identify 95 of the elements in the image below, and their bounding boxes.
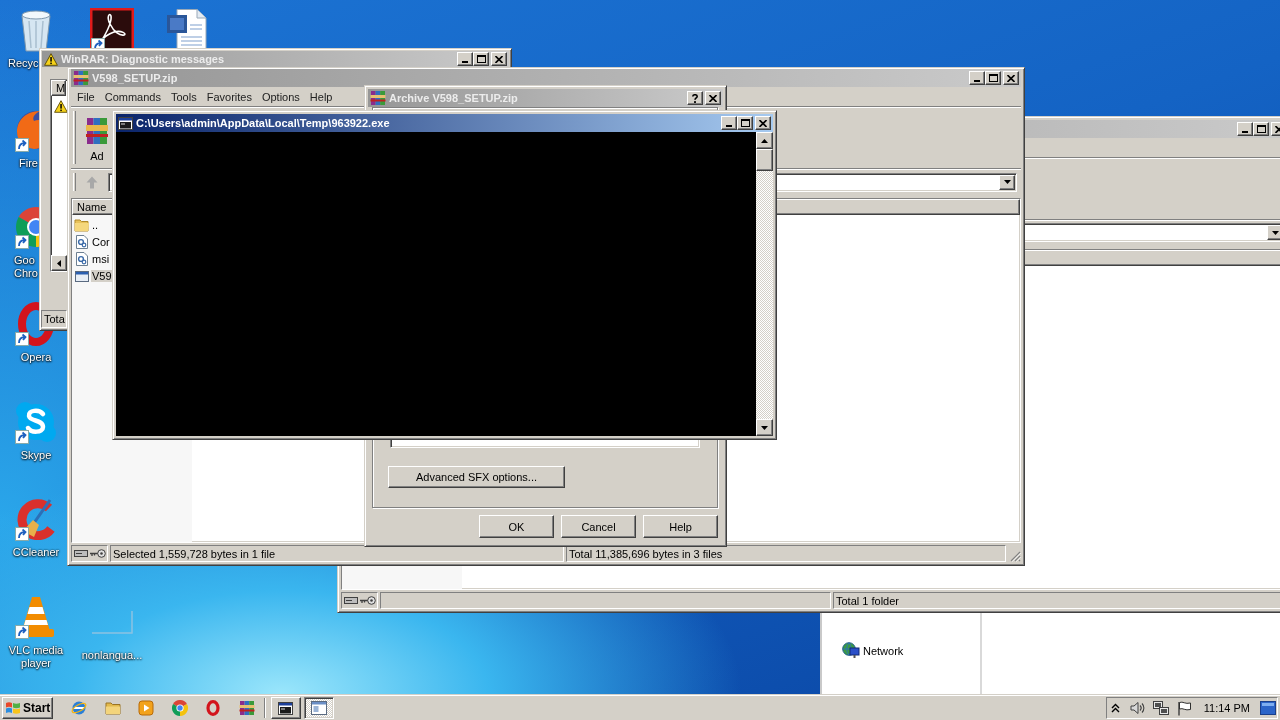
chevron-up-icon[interactable] bbox=[1110, 703, 1120, 713]
nav-item[interactable]: Network bbox=[863, 644, 904, 657]
minimize-button[interactable] bbox=[1237, 122, 1253, 136]
close-icon bbox=[1275, 125, 1280, 133]
menu-item[interactable]: Commands bbox=[99, 90, 166, 103]
close-icon bbox=[1007, 74, 1015, 82]
menu-item[interactable]: File bbox=[72, 90, 100, 103]
down-arrow-icon bbox=[761, 425, 768, 430]
scroll-up-button[interactable] bbox=[756, 132, 773, 149]
advanced-options-button[interactable]: Advanced SFX options... bbox=[388, 466, 565, 488]
window-title: V598_SETUP.zip bbox=[92, 72, 178, 84]
scrollbar-track[interactable] bbox=[756, 132, 773, 436]
toolbar-button[interactable]: Ad bbox=[82, 110, 112, 165]
warning-icon bbox=[44, 52, 58, 66]
dropdown-button[interactable] bbox=[1267, 225, 1280, 240]
close-icon bbox=[709, 94, 717, 102]
network-status-icon[interactable] bbox=[1152, 700, 1169, 716]
folder-icon[interactable] bbox=[104, 700, 121, 716]
desktop-icon-label[interactable]: Fire bbox=[19, 157, 38, 170]
key-icon bbox=[360, 596, 376, 605]
help-icon bbox=[692, 93, 698, 103]
books-icon[interactable] bbox=[238, 700, 255, 716]
drive-icon bbox=[74, 550, 88, 557]
menu-item[interactable]: Help bbox=[304, 90, 338, 103]
maximize-button[interactable] bbox=[737, 116, 753, 130]
close-icon bbox=[495, 55, 503, 63]
window-title: C:\Users\admin\AppData\Local\Temp\963922.exe bbox=[136, 117, 390, 129]
recycle-bin-icon[interactable] bbox=[20, 8, 52, 52]
books-icon bbox=[73, 70, 89, 86]
browser-icon[interactable] bbox=[171, 700, 188, 716]
dialog-button[interactable]: Help bbox=[643, 515, 718, 538]
drive-icon bbox=[344, 597, 358, 604]
caret-icon bbox=[1271, 230, 1279, 235]
window-title: Archive V598_SETUP.zip bbox=[389, 92, 518, 104]
minimize-button[interactable] bbox=[457, 52, 473, 66]
books-icon bbox=[86, 116, 108, 146]
scroll-left-button[interactable] bbox=[51, 255, 67, 271]
close-button[interactable] bbox=[755, 116, 771, 130]
windows-flag-icon bbox=[5, 701, 21, 715]
desktop-icon-label[interactable]: Goo Chro bbox=[14, 254, 38, 280]
broom-logo-icon[interactable] bbox=[15, 498, 57, 540]
file-name[interactable]: msi bbox=[91, 252, 111, 265]
minimize-button[interactable] bbox=[721, 116, 737, 130]
browser-icon[interactable] bbox=[71, 700, 87, 716]
menu-item[interactable]: Favorites bbox=[201, 90, 257, 103]
close-button[interactable] bbox=[705, 91, 721, 105]
maximize-icon bbox=[988, 74, 998, 82]
maximize-icon bbox=[476, 55, 486, 63]
column-header[interactable]: M bbox=[51, 80, 66, 96]
scroll-down-button[interactable] bbox=[756, 419, 773, 436]
maximize-button[interactable] bbox=[473, 52, 489, 66]
up-arrow-icon bbox=[761, 138, 768, 143]
desktop-icon-label[interactable]: Recyc bbox=[8, 57, 39, 70]
key-icon bbox=[90, 549, 106, 558]
console-icon bbox=[118, 115, 133, 131]
dialog-button[interactable]: OK bbox=[479, 515, 554, 538]
status-text: Total 1 folder bbox=[833, 592, 1280, 609]
help-button[interactable] bbox=[687, 91, 703, 105]
speaker-icon[interactable] bbox=[1129, 701, 1146, 715]
window-icon bbox=[310, 701, 327, 715]
books-icon bbox=[370, 90, 386, 106]
folder-icon bbox=[74, 216, 90, 233]
scrollbar-thumb[interactable] bbox=[756, 149, 773, 171]
maximize-icon bbox=[1256, 125, 1266, 133]
left-arrow-icon bbox=[57, 259, 61, 267]
caret-icon bbox=[1003, 180, 1011, 184]
close-button[interactable] bbox=[1003, 71, 1019, 85]
clock[interactable]: 11:14 PM bbox=[1203, 702, 1250, 714]
warning-icon bbox=[54, 99, 68, 113]
file-name[interactable]: V59 bbox=[91, 269, 113, 282]
network-icon bbox=[842, 642, 860, 659]
menu-item[interactable]: Tools bbox=[166, 90, 202, 103]
start-button[interactable]: Start bbox=[2, 697, 53, 719]
window-title: WinRAR: Diagnostic messages bbox=[61, 53, 225, 65]
input-field[interactable] bbox=[390, 440, 700, 448]
show-desktop-icon[interactable] bbox=[1260, 701, 1276, 715]
cloud-logo-icon[interactable] bbox=[15, 401, 57, 443]
menu-item[interactable]: Options bbox=[256, 90, 305, 103]
file-name[interactable]: .. bbox=[91, 218, 100, 231]
file-name[interactable]: Cor bbox=[91, 235, 111, 248]
document-icon[interactable] bbox=[167, 9, 207, 51]
media-player-icon[interactable] bbox=[138, 700, 154, 716]
maximize-button[interactable] bbox=[1253, 122, 1269, 136]
resize-grip-icon[interactable] bbox=[1010, 551, 1021, 562]
dropdown-button[interactable] bbox=[999, 174, 1015, 190]
close-button[interactable] bbox=[491, 52, 507, 66]
program-window-icon bbox=[278, 700, 293, 716]
minimize-button[interactable] bbox=[969, 71, 985, 85]
maximize-button[interactable] bbox=[985, 71, 1001, 85]
maximize-icon bbox=[740, 119, 750, 127]
flag-icon[interactable] bbox=[1176, 700, 1192, 716]
close-icon bbox=[759, 119, 767, 127]
taskbar-button[interactable] bbox=[303, 697, 334, 719]
status-text: Tota bbox=[41, 310, 67, 328]
dialog-button[interactable]: Cancel bbox=[561, 515, 636, 538]
